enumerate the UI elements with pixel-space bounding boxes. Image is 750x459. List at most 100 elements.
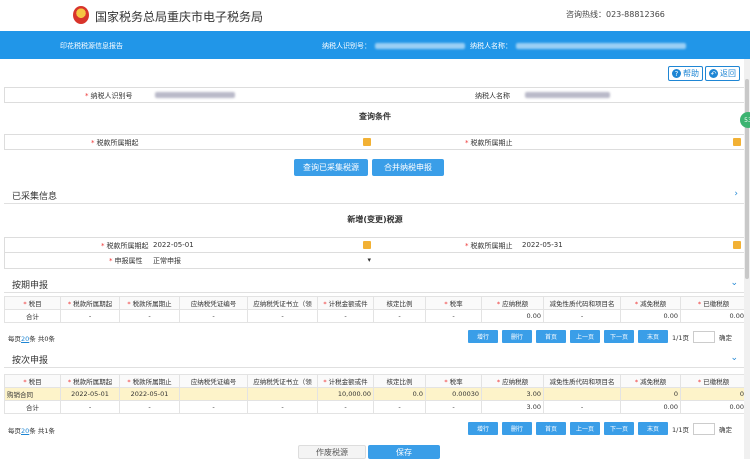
redacted-name: [516, 43, 686, 49]
pager-button[interactable]: 上一页: [570, 422, 600, 435]
column-header: 核定比例: [373, 296, 426, 310]
table-cell[interactable]: -: [543, 400, 621, 414]
redacted-tin: [375, 43, 465, 49]
table-cell[interactable]: [179, 387, 248, 401]
column-header: * 税目: [4, 296, 61, 310]
table-cell[interactable]: 3.00: [481, 387, 544, 401]
pager-button[interactable]: 下一页: [604, 330, 634, 343]
pager-button[interactable]: 首页: [536, 330, 566, 343]
calendar-icon[interactable]: [363, 138, 371, 146]
back-button[interactable]: ↶ 返回: [705, 66, 740, 81]
table-cell[interactable]: [543, 387, 621, 401]
table-cell[interactable]: 0.00030: [425, 387, 482, 401]
attr-select[interactable]: 正常申报 ▾: [153, 256, 375, 266]
column-header: 应纳税凭证书立（领: [247, 296, 318, 310]
table-cell[interactable]: 0.0: [373, 387, 426, 401]
pager-button[interactable]: 删行: [502, 422, 532, 435]
table-cell[interactable]: -: [317, 309, 374, 323]
side-badge[interactable]: 53: [740, 112, 750, 128]
table-cell[interactable]: -: [179, 400, 248, 414]
each-time-total-row: 合计 - - - - - - -3.00-0.00 0.00: [4, 400, 747, 414]
save-button[interactable]: 保存: [368, 445, 440, 459]
query-collected-button[interactable]: 查询已采集税源: [294, 159, 368, 176]
each-time-pager-info: 每页20条 共1条: [8, 427, 55, 435]
table-cell[interactable]: 2022-05-01: [119, 387, 180, 401]
table-cell[interactable]: 0.00: [620, 309, 681, 323]
each-time-table: * 税目 * 税款所属期起 * 税款所属期止 应纳税凭证编号 应纳税凭证书立（领 * 计税金额或件…: [4, 374, 747, 414]
table-cell[interactable]: 0: [680, 387, 747, 401]
table-cell[interactable]: -: [543, 309, 621, 323]
column-header: * 已缴税额: [680, 296, 747, 310]
pager-button[interactable]: 末页: [638, 330, 668, 343]
table-cell[interactable]: 合计: [4, 309, 61, 323]
calendar-icon[interactable]: [733, 241, 741, 249]
table-cell[interactable]: 0.00: [680, 309, 747, 323]
void-source-button[interactable]: 作废税源: [298, 445, 366, 459]
table-cell[interactable]: 购销合同: [4, 387, 61, 401]
declare-attr-row: * 申报属性 正常申报 ▾: [4, 253, 746, 269]
query-title: 查询条件: [359, 112, 391, 121]
table-cell[interactable]: [247, 387, 318, 401]
table-cell[interactable]: 0.00: [481, 309, 544, 323]
merge-declare-button[interactable]: 合并纳税申报: [372, 159, 444, 176]
pager-button[interactable]: 下一页: [604, 422, 634, 435]
pager-button[interactable]: 增行: [468, 422, 498, 435]
table-cell[interactable]: -: [119, 400, 180, 414]
table-cell[interactable]: -: [425, 309, 482, 323]
chevron-down-icon[interactable]: ⌄: [730, 353, 738, 363]
table-cell[interactable]: -: [119, 309, 180, 323]
confirm-link[interactable]: 确定: [719, 332, 732, 342]
table-cell[interactable]: -: [60, 309, 120, 323]
page-info: 1/1页: [672, 425, 689, 434]
table-cell[interactable]: -: [247, 309, 318, 323]
table-row[interactable]: 购销合同 2022-05-01 2022-05-01 10,000.00 0.0 0.00…: [4, 387, 747, 401]
chevron-right-icon[interactable]: ›: [734, 189, 738, 199]
query-start-input[interactable]: [152, 135, 378, 149]
table-cell[interactable]: -: [179, 309, 248, 323]
confirm-link[interactable]: 确定: [719, 424, 732, 434]
help-button[interactable]: ? 帮助: [668, 66, 703, 81]
new-start-input[interactable]: 2022-05-01: [153, 241, 194, 249]
table-cell[interactable]: -: [60, 400, 120, 414]
each-time-header-row: * 税目 * 税款所属期起 * 税款所属期止 应纳税凭证编号 应纳税凭证书立（领 * 计税金额或件…: [4, 374, 747, 388]
page-jump-input[interactable]: [692, 422, 715, 435]
periodic-pager-info: 每页20条 共0条: [8, 335, 55, 343]
pager-button[interactable]: 增行: [468, 330, 498, 343]
table-cell[interactable]: 10,000.00: [317, 387, 374, 401]
table-cell[interactable]: 0.00: [620, 400, 681, 414]
query-end-input[interactable]: [521, 135, 747, 149]
pager-button[interactable]: 首页: [536, 422, 566, 435]
each-time-panel-header[interactable]: 按次申报 ⌄: [4, 350, 746, 368]
pager-button[interactable]: 删行: [502, 330, 532, 343]
table-cell[interactable]: 2022-05-01: [60, 387, 120, 401]
collected-title: 已采集信息: [12, 192, 58, 202]
column-header: * 已缴税额: [680, 374, 747, 388]
calendar-icon[interactable]: [733, 138, 741, 146]
top-actions: ? 帮助 ↶ 返回: [668, 66, 740, 81]
table-cell[interactable]: -: [425, 400, 482, 414]
info-bar: 印花税税源信息报告 纳税人识别号： 纳税人名称：: [0, 31, 750, 59]
periodic-panel-header[interactable]: 按期申报 ⌄: [4, 275, 746, 293]
table-cell[interactable]: -: [373, 400, 426, 414]
hotline-text: 咨询热线：023-88812366: [566, 10, 665, 19]
chevron-down-icon[interactable]: ⌄: [730, 278, 738, 288]
new-end-input[interactable]: 2022-05-31: [522, 241, 563, 249]
caret-down-icon: ▾: [367, 256, 371, 264]
tin-field-label: * 纳税人识别号: [85, 92, 133, 100]
table-cell[interactable]: 0: [620, 387, 681, 401]
each-time-pager: 每页20条 共1条 增行 删行 首页 上一页 下一页 末页 1/1页 确定: [4, 421, 746, 437]
pager-button[interactable]: 上一页: [570, 330, 600, 343]
calendar-icon[interactable]: [363, 241, 371, 249]
pager-button[interactable]: 末页: [638, 422, 668, 435]
page-jump-input[interactable]: [692, 330, 715, 343]
table-cell[interactable]: -: [373, 309, 426, 323]
table-cell[interactable]: 3.00: [481, 400, 544, 414]
table-cell[interactable]: 0.00: [680, 400, 747, 414]
table-cell[interactable]: -: [317, 400, 374, 414]
collected-panel-header[interactable]: 已采集信息 ›: [4, 186, 746, 204]
periodic-pager: 每页20条 共0条 增行 删行 首页 上一页 下一页 末页 1/1页 确定: [4, 329, 746, 345]
taxpayer-row: * 纳税人识别号 纳税人名称: [4, 87, 746, 103]
table-cell[interactable]: -: [247, 400, 318, 414]
scrollbar-thumb[interactable]: [745, 79, 749, 279]
table-cell[interactable]: 合计: [4, 400, 61, 414]
